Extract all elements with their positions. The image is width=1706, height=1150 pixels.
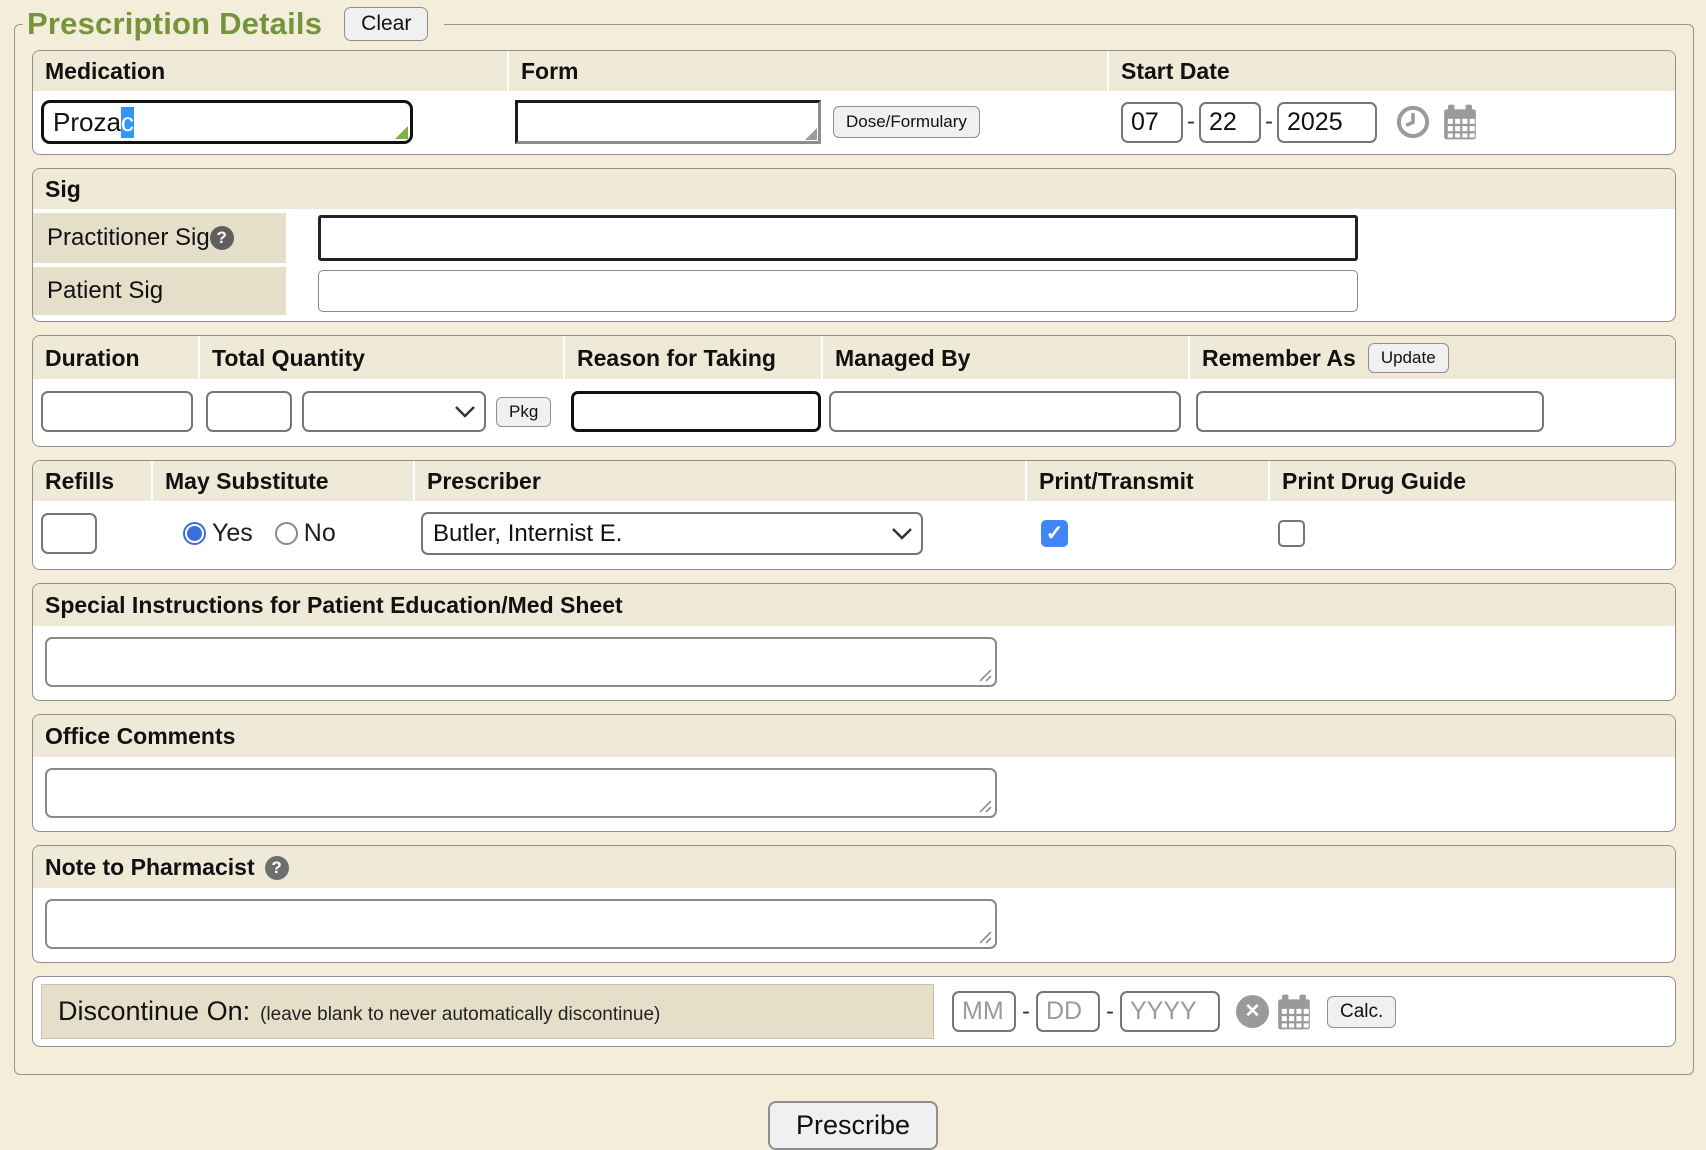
form-input[interactable] — [515, 100, 821, 144]
special-instructions-header: Special Instructions for Patient Educati… — [33, 584, 1675, 626]
office-comments-textarea[interactable] — [45, 768, 997, 818]
date-separator: - — [1022, 998, 1030, 1026]
prescriber-select[interactable]: Butler, Internist E. — [421, 512, 923, 555]
clear-button[interactable]: Clear — [344, 7, 428, 41]
discontinue-section: Discontinue On: (leave blank to never au… — [32, 976, 1676, 1047]
duration-input[interactable] — [41, 391, 193, 432]
patient-sig-input[interactable] — [318, 270, 1358, 312]
special-instructions-textarea[interactable] — [45, 637, 997, 687]
details-section: Duration Total Quantity Reason for Takin… — [32, 335, 1676, 447]
update-button[interactable]: Update — [1368, 343, 1449, 373]
resize-handle-icon[interactable] — [979, 931, 992, 944]
refills-header: Refills — [33, 461, 153, 501]
discontinue-year-input[interactable] — [1120, 991, 1220, 1032]
quantity-input[interactable] — [206, 391, 292, 432]
dose-formulary-button[interactable]: Dose/Formulary — [833, 106, 980, 138]
quantity-unit-select[interactable] — [302, 391, 486, 432]
chevron-down-icon — [891, 527, 913, 541]
substitute-yes-radio[interactable]: Yes — [183, 519, 253, 548]
start-date-header: Start Date — [1109, 51, 1675, 91]
chevron-down-icon — [454, 405, 476, 419]
medication-section: Medication Form Start Date Prozac Dose/F… — [32, 50, 1676, 155]
office-comments-section: Office Comments — [32, 714, 1676, 832]
medication-selected-text: c — [121, 107, 134, 138]
note-to-pharmacist-header: Note to Pharmacist ? — [33, 846, 1675, 888]
total-quantity-header: Total Quantity — [200, 336, 565, 379]
sig-section: Sig Practitioner Sig? Patient Sig — [32, 168, 1676, 322]
patient-sig-label: Patient Sig — [33, 267, 286, 315]
start-date-year-input[interactable] — [1277, 102, 1377, 143]
resize-corner-icon — [805, 128, 817, 140]
managed-by-header: Managed By — [823, 336, 1190, 379]
remember-as-header: Remember As Update — [1190, 336, 1675, 379]
calendar-icon[interactable] — [1275, 993, 1313, 1031]
practitioner-sig-input[interactable] — [318, 215, 1358, 261]
discontinue-month-input[interactable] — [952, 991, 1016, 1032]
special-instructions-section: Special Instructions for Patient Educati… — [32, 583, 1676, 701]
date-separator: - — [1187, 108, 1195, 136]
clear-date-icon[interactable]: ✕ — [1236, 995, 1269, 1028]
prescription-details-legend: Prescription Details Clear — [23, 6, 444, 42]
duration-header: Duration — [33, 336, 200, 379]
radio-unselected-icon — [275, 522, 298, 545]
substitute-no-radio[interactable]: No — [275, 519, 336, 548]
radio-selected-icon — [183, 522, 206, 545]
note-to-pharmacist-textarea[interactable] — [45, 899, 997, 949]
prescription-details-fieldset: Prescription Details Clear Medication Fo… — [14, 6, 1694, 1075]
print-drug-guide-header: Print Drug Guide — [1270, 461, 1675, 501]
medication-header: Medication — [33, 51, 509, 91]
start-date-month-input[interactable] — [1121, 102, 1183, 143]
discontinue-hint: (leave blank to never automatically disc… — [260, 1004, 660, 1026]
help-icon[interactable]: ? — [210, 226, 234, 250]
managed-by-input[interactable] — [829, 391, 1181, 432]
sig-header: Sig — [33, 169, 1675, 209]
date-separator: - — [1106, 998, 1114, 1026]
pkg-button[interactable]: Pkg — [496, 397, 551, 427]
calendar-icon[interactable] — [1441, 103, 1479, 141]
office-comments-header: Office Comments — [33, 715, 1675, 757]
print-drug-guide-checkbox[interactable] — [1278, 520, 1305, 547]
help-icon[interactable]: ? — [265, 856, 289, 880]
refills-input[interactable] — [41, 513, 97, 554]
resize-handle-icon[interactable] — [979, 800, 992, 813]
discontinue-label: Discontinue On: (leave blank to never au… — [41, 984, 934, 1039]
form-header: Form — [509, 51, 1109, 91]
print-transmit-checkbox[interactable]: ✓ — [1041, 520, 1068, 547]
date-separator: - — [1265, 108, 1273, 136]
remember-as-input[interactable] — [1196, 391, 1544, 432]
medication-value: Proza — [53, 107, 121, 138]
prescriber-header: Prescriber — [415, 461, 1027, 501]
reason-input[interactable] — [571, 391, 821, 432]
clock-icon[interactable] — [1395, 104, 1431, 140]
may-substitute-header: May Substitute — [153, 461, 415, 501]
start-date-day-input[interactable] — [1199, 102, 1261, 143]
practitioner-sig-label: Practitioner Sig? — [33, 213, 286, 263]
resize-corner-icon — [395, 126, 408, 139]
page-title: Prescription Details — [27, 6, 322, 42]
medication-input[interactable]: Prozac — [41, 100, 413, 144]
prescriber-section: Refills May Substitute Prescriber Print/… — [32, 460, 1676, 570]
discontinue-day-input[interactable] — [1036, 991, 1100, 1032]
note-to-pharmacist-section: Note to Pharmacist ? — [32, 845, 1676, 963]
reason-header: Reason for Taking — [565, 336, 823, 379]
print-transmit-header: Print/Transmit — [1027, 461, 1270, 501]
calc-button[interactable]: Calc. — [1327, 996, 1396, 1028]
resize-handle-icon[interactable] — [979, 669, 992, 682]
